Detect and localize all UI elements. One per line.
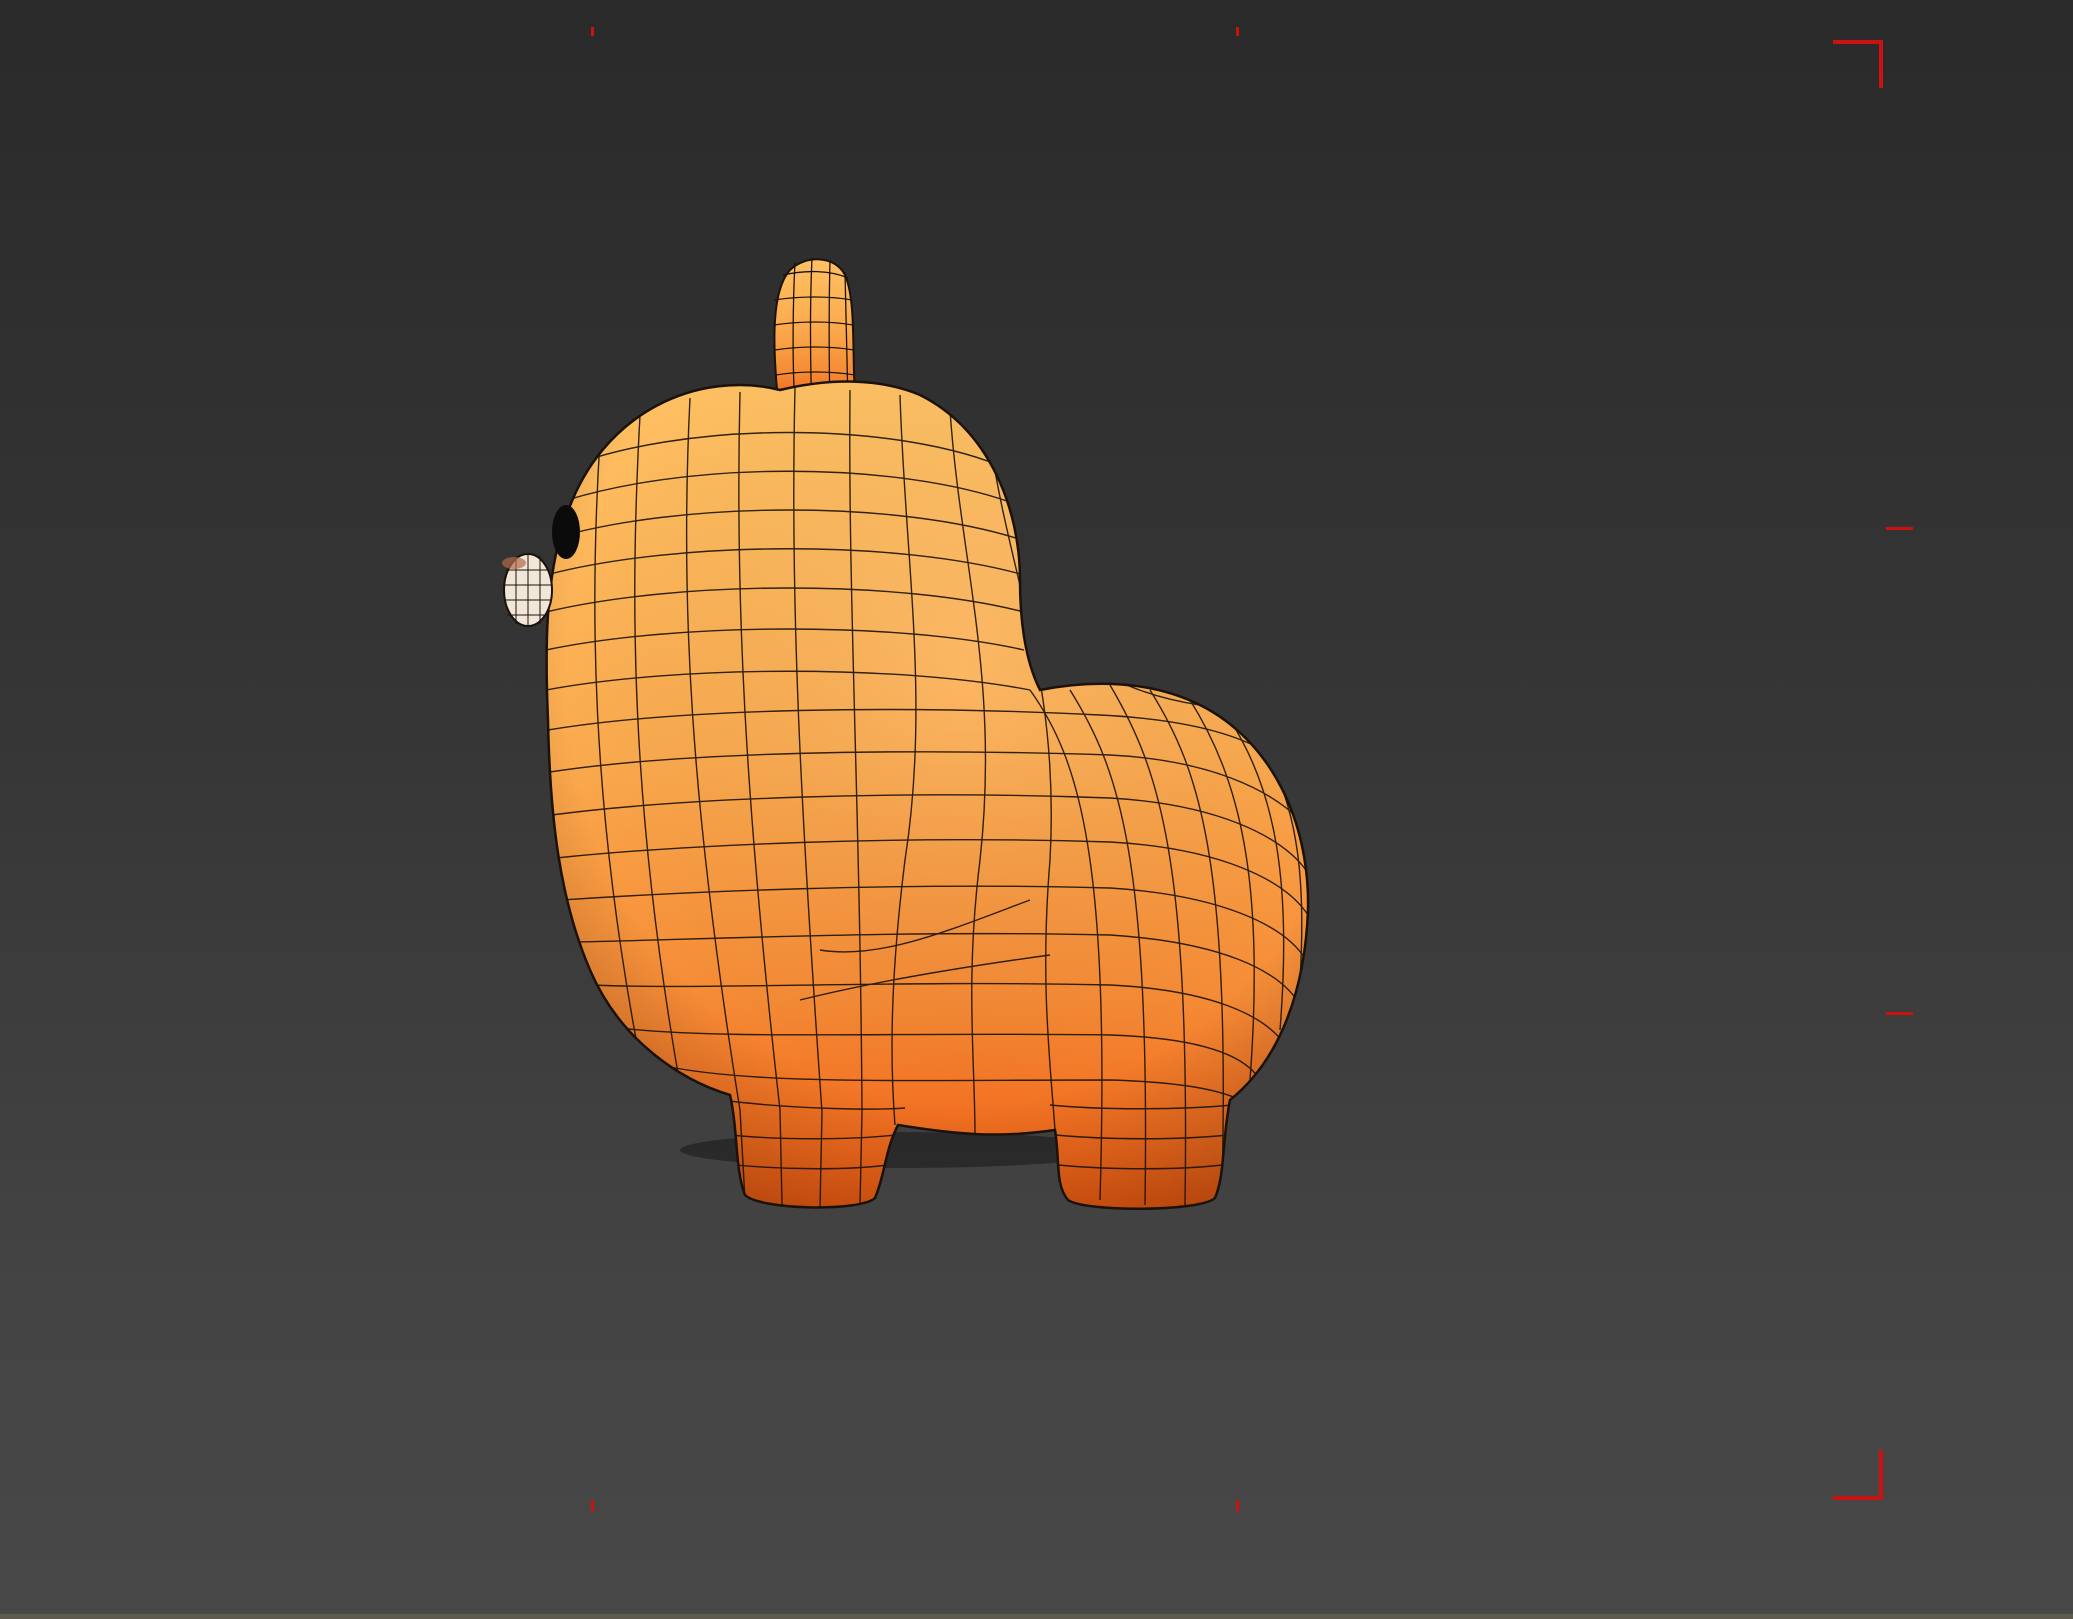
character-model[interactable] bbox=[0, 0, 2073, 1619]
nose bbox=[502, 553, 553, 627]
eye bbox=[552, 505, 580, 559]
body bbox=[545, 380, 1310, 1211]
viewport-bottom-border bbox=[0, 1614, 2073, 1619]
3d-viewport[interactable] bbox=[0, 0, 2073, 1619]
